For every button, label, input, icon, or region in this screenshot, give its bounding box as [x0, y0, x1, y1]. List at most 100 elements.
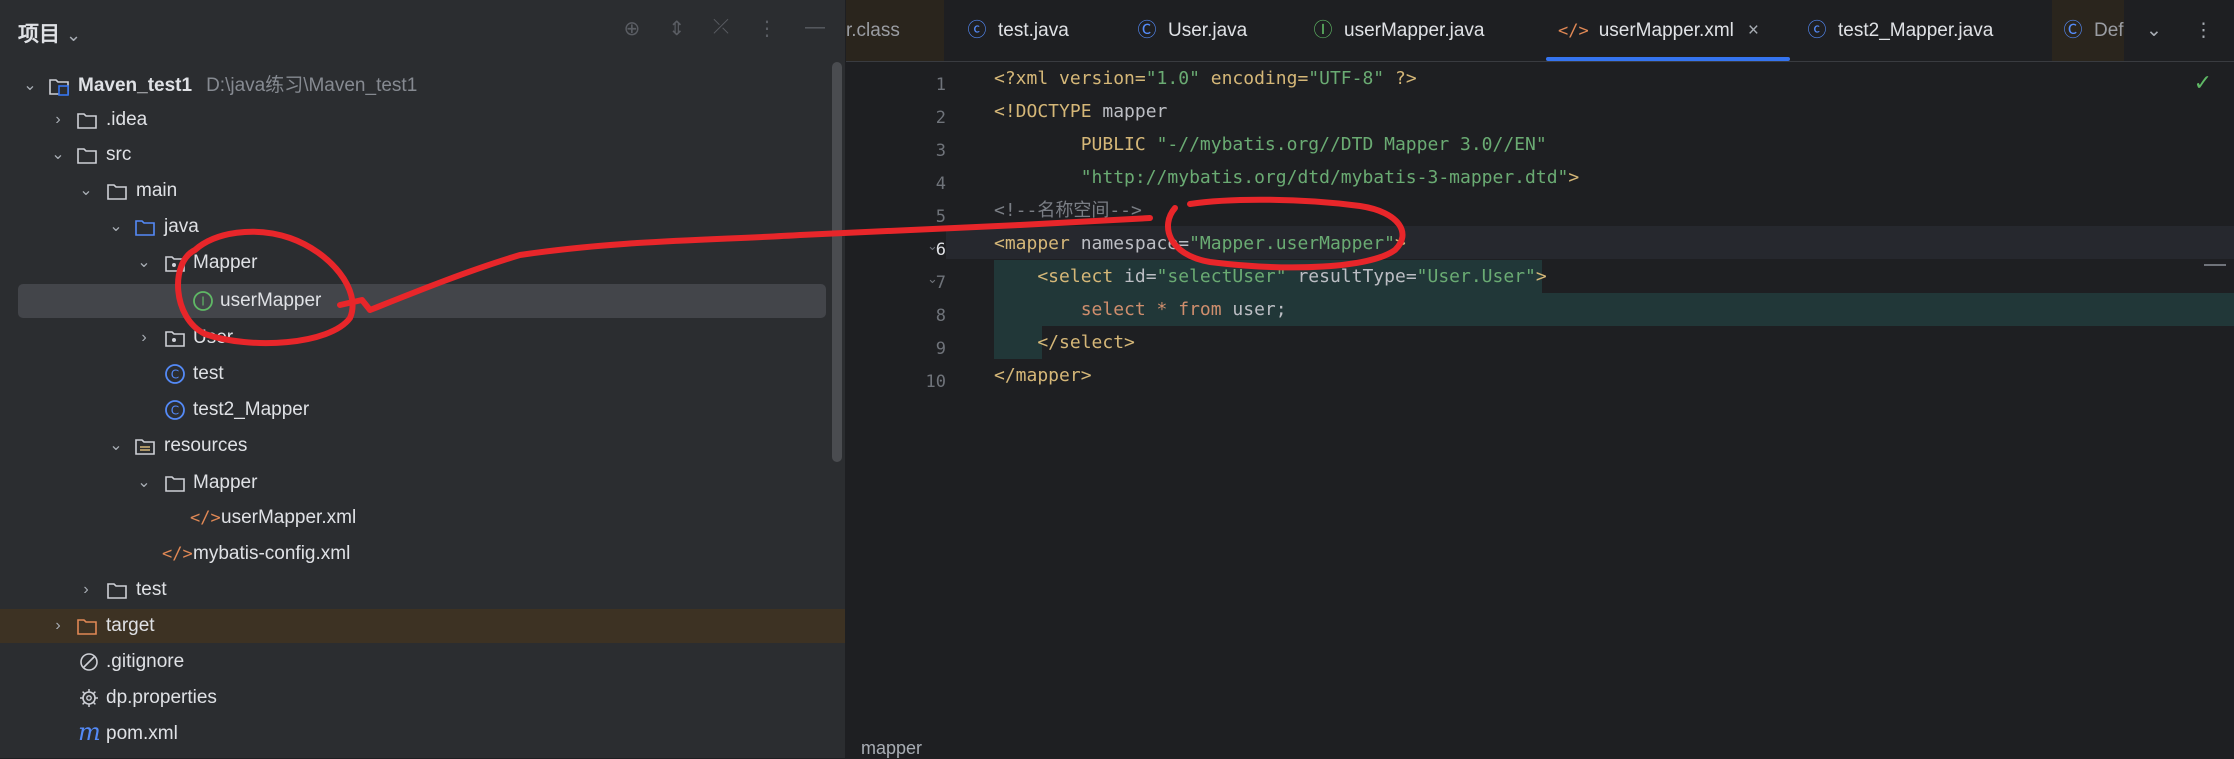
project-panel: 项目 ⌄ ⊕ ⇕ ⤫ ⋮ — ⌄ Maven_test1 D:\java练习\Mav…	[0, 0, 845, 758]
tree-item-test-folder[interactable]: › test	[0, 573, 845, 607]
tab-test-java[interactable]: ⓒ test.java	[966, 0, 1069, 61]
code-token: >	[1394, 233, 1406, 254]
gear-icon	[80, 689, 98, 707]
chevron-right-icon[interactable]: ›	[48, 103, 68, 137]
runnable-class-icon: C	[165, 400, 185, 420]
tree-item-mapper-folder[interactable]: ⌄ Mapper	[0, 466, 845, 500]
panel-scrollbar[interactable]	[832, 62, 842, 462]
tree-item-main[interactable]: ⌄ main	[0, 174, 845, 208]
tree-label: java	[164, 216, 199, 237]
close-icon[interactable]: ×	[1748, 20, 1759, 41]
tab-more-options[interactable]: ⋮	[2194, 0, 2213, 61]
breadcrumb-item[interactable]: mapper	[861, 738, 922, 759]
folder-icon	[107, 184, 127, 200]
tree-item-resources[interactable]: ⌄ resources	[0, 429, 845, 463]
chevron-right-icon[interactable]: ›	[76, 573, 96, 607]
chevron-down-icon[interactable]: ⌄	[48, 138, 68, 172]
code-line-2: <!DOCTYPE mapper	[994, 95, 1167, 128]
code-token: "User.User"	[1416, 266, 1536, 287]
tree-item-gitignore[interactable]: .gitignore	[0, 645, 845, 679]
tab-usermapper-xml[interactable]: </> userMapper.xml ×	[1546, 0, 1790, 61]
tree-item-test2-mapper[interactable]: C test2_Mapper	[0, 393, 845, 427]
class-icon: Ⓒ	[2063, 20, 2083, 41]
chevron-down-icon[interactable]: ⌄	[106, 429, 126, 463]
code-editor[interactable]: <?xml version="1.0" encoding="UTF-8" ?> …	[946, 62, 2234, 732]
locate-icon[interactable]: ⊕	[623, 16, 640, 41]
more-options-icon[interactable]: ⋮	[757, 16, 777, 41]
tab-label: test2_Mapper.java	[1838, 20, 1994, 41]
more-options-icon[interactable]: ⋮	[2194, 20, 2213, 41]
chevron-down-icon[interactable]: ⌄	[66, 25, 81, 45]
tree-item-maven-test1[interactable]: ⌄ Maven_test1 D:\java练习\Maven_test1	[0, 69, 845, 103]
line-number: 9	[935, 339, 946, 359]
tab-user-java[interactable]: Ⓒ User.java	[1136, 0, 1247, 61]
chevron-down-icon[interactable]: ⌄	[134, 246, 154, 280]
fold-icon[interactable]: ⌄	[927, 238, 941, 254]
code-token: select * from	[994, 299, 1233, 320]
code-token: >	[1568, 167, 1580, 188]
code-line-3: PUBLIC "-//mybatis.org//DTD Mapper 3.0//…	[994, 128, 1547, 161]
line-number: 1	[935, 75, 946, 95]
code-token: </select>	[994, 332, 1135, 353]
tree-label: mybatis-config.xml	[193, 543, 351, 564]
code-line-8: select * from user;	[994, 293, 1287, 326]
tab-test2-mapper-java[interactable]: ⓒ test2_Mapper.java	[1806, 0, 1993, 61]
tab-label: Def	[2094, 20, 2124, 41]
chevron-down-icon[interactable]: ⌄	[76, 174, 96, 208]
tree-item-idea[interactable]: › .idea	[0, 103, 845, 137]
tab-def[interactable]: Ⓒ Def	[2052, 0, 2124, 61]
collapse-all-icon[interactable]: ⤫	[713, 16, 729, 41]
tree-item-src[interactable]: ⌄ src	[0, 138, 845, 172]
tree-item-java[interactable]: ⌄ java	[0, 210, 845, 244]
runnable-class-icon: ⓒ	[1807, 20, 1827, 41]
code-token: id=	[1124, 266, 1157, 287]
excluded-folder-icon	[77, 619, 97, 635]
tab-label: userMapper.java	[1344, 20, 1485, 41]
checkmark-icon[interactable]: ✓	[2194, 70, 2212, 96]
code-token: <!DOCTYPE	[994, 101, 1103, 122]
code-line-1: <?xml version="1.0" encoding="UTF-8" ?>	[994, 62, 1417, 95]
chevron-right-icon[interactable]: ›	[134, 321, 154, 355]
scroll-marker	[2204, 264, 2226, 266]
chevron-down-icon[interactable]: ⌄	[20, 69, 40, 103]
code-token: namespace=	[1080, 233, 1190, 254]
svg-text:C: C	[171, 404, 179, 418]
tree-label: User	[193, 327, 234, 348]
tree-item-mybatis-config[interactable]: </> mybatis-config.xml	[0, 537, 845, 571]
source-folder-icon	[135, 220, 155, 236]
tab-label: test.java	[998, 20, 1069, 41]
package-icon	[165, 256, 185, 272]
tree-item-user-package[interactable]: › User	[0, 321, 845, 355]
tree-label: resources	[164, 435, 248, 456]
chevron-down-icon[interactable]: ⌄	[134, 466, 154, 500]
project-panel-title[interactable]: 项目 ⌄	[18, 18, 81, 48]
tree-label: src	[106, 144, 132, 165]
tree-item-dp-properties[interactable]: dp.properties	[0, 681, 845, 715]
tree-item-pom-xml[interactable]: m pom.xml	[0, 717, 845, 751]
tab-list-dropdown[interactable]: ⌄	[2146, 0, 2162, 61]
tree-item-usermapper-xml[interactable]: </> userMapper.xml	[0, 501, 845, 535]
hide-panel-icon[interactable]: —	[805, 16, 825, 41]
tree-item-mapper-package[interactable]: ⌄ Mapper	[0, 246, 845, 280]
fold-icon[interactable]: ⌄	[927, 271, 941, 287]
tree-item-test-class[interactable]: C test	[0, 357, 845, 391]
tree-label: userMapper.xml	[221, 507, 357, 528]
line-number: 4	[935, 174, 946, 194]
ignore-file-icon	[80, 653, 98, 671]
chevron-down-icon[interactable]: ⌄	[2146, 20, 2162, 41]
chevron-down-icon[interactable]: ⌄	[106, 210, 126, 244]
tree-item-usermapper[interactable]: I userMapper	[18, 284, 826, 318]
tab-r-class[interactable]: r.class	[846, 0, 944, 61]
folder-icon	[77, 148, 97, 164]
tree-item-target[interactable]: › target	[0, 609, 845, 643]
code-token: "http://mybatis.org/dtd/mybatis-3-mapper…	[1080, 167, 1569, 188]
xml-file-icon: </>	[190, 508, 221, 528]
xml-file-icon: </>	[162, 544, 193, 564]
tab-usermapper-java[interactable]: ⒾuserMapper.java	[1312, 0, 1484, 61]
expand-collapse-icon[interactable]: ⇕	[668, 16, 685, 41]
chevron-right-icon[interactable]: ›	[48, 609, 68, 643]
code-token: <mapper	[994, 233, 1081, 254]
line-number: 10	[925, 372, 946, 392]
code-token: PUBLIC	[994, 134, 1157, 155]
tab-label: r.class	[846, 20, 900, 41]
